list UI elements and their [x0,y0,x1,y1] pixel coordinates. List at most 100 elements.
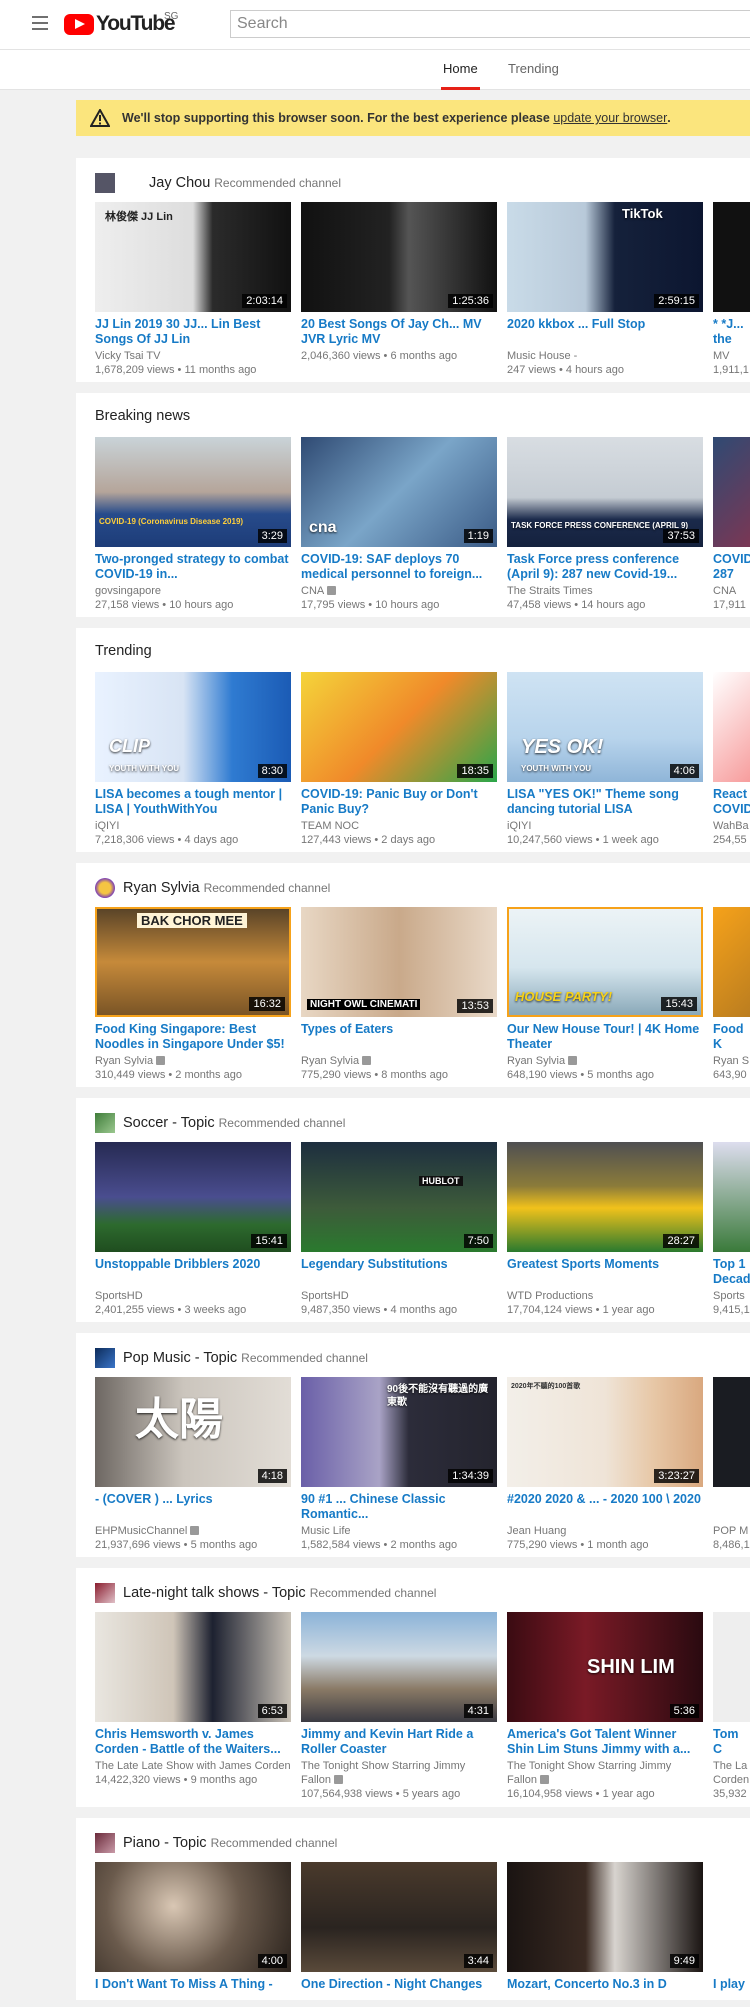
video-card[interactable]: BAK CHOR MEE 16:32 Food King Singapore: … [95,907,291,1082]
video-thumbnail[interactable]: BAK CHOR MEE 16:32 [95,907,291,1017]
channel-name[interactable]: govsingapore [95,584,291,598]
video-title[interactable]: Our New House Tour! | 4K Home Theater [507,1022,703,1052]
update-browser-link[interactable]: update your browser [553,111,667,125]
video-title[interactable]: Top 1 Decad [713,1257,750,1287]
video-title[interactable]: Legendary Substitutions [301,1257,497,1287]
channel-avatar[interactable] [95,878,115,898]
channel-name[interactable]: The Tonight Show Starring Jimmy Fallon [301,1759,497,1787]
video-card[interactable]: NIGHT OWL CINEMATI 13:53 Types of Eaters… [301,907,497,1082]
video-title[interactable]: COVID 287 n... [713,552,750,582]
channel-name-verified[interactable]: EHPMusicChannel [95,1524,291,1538]
channel-name[interactable]: CNA [301,585,324,597]
video-title[interactable]: COVID-19: SAF deploys 70 medical personn… [301,552,497,582]
video-card[interactable]: I play [713,1862,750,2007]
video-card[interactable]: TASK FORCE PRESS CONFERENCE (APRIL 9) 37… [507,437,703,612]
video-thumbnail[interactable]: 15:41 [95,1142,291,1252]
video-title[interactable]: LISA "YES OK!" Theme song dancing tutori… [507,787,703,817]
channel-name[interactable]: SportsHD [95,1289,291,1303]
video-title[interactable]: Two-pronged strategy to combat COVID-19 … [95,552,291,582]
video-card[interactable]: 2020年不聽的100首歌 3:23:27 #2020 2020 & ... -… [507,1377,703,1552]
video-thumbnail[interactable] [713,907,750,1017]
shelf-title[interactable]: Ryan Sylvia [123,880,200,896]
video-thumbnail[interactable]: 90後不能沒有聽過的廣東歌 1:34:39 [301,1377,497,1487]
video-card[interactable]: CLIP YOUTH WITH YOU 8:30 LISA becomes a … [95,672,291,847]
video-thumbnail[interactable]: HUBLOT 7:50 [301,1142,497,1252]
video-thumbnail[interactable]: 林俊傑 JJ Lin 2:03:14 [95,202,291,312]
video-card[interactable]: * *J... the M... MV 1,911,1 [713,202,750,377]
video-card[interactable]: Tom C Corden The La Corden 35,932 [713,1612,750,1801]
video-thumbnail[interactable]: 6:53 [95,1612,291,1722]
channel-name[interactable]: MV [713,349,750,363]
channel-name[interactable]: Ryan Sylvia [95,1055,153,1067]
channel-name-text[interactable]: The Tonight Show Starring Jimmy Fallon [507,1760,671,1786]
shelf-title[interactable]: Pop Music - Topic [123,1350,237,1366]
video-title[interactable] [713,1492,750,1522]
channel-name[interactable]: Ryan S [713,1054,750,1068]
youtube-logo[interactable]: YouTube SG [64,11,178,36]
video-thumbnail[interactable] [713,672,750,782]
video-thumbnail[interactable]: 9:49 [507,1862,703,1972]
video-title[interactable]: One Direction - Night Changes [301,1977,497,2007]
video-thumbnail[interactable] [713,1377,750,1487]
video-thumbnail[interactable]: cna 1:19 [301,437,497,547]
channel-name-verified[interactable]: CNA [301,584,497,598]
video-thumbnail[interactable]: NIGHT OWL CINEMATI 13:53 [301,907,497,1017]
video-card[interactable]: 15:41 Unstoppable Dribblers 2020 SportsH… [95,1142,291,1317]
video-thumbnail[interactable]: 4:00 [95,1862,291,1972]
video-thumbnail[interactable]: HOUSE PARTY! 15:43 [507,907,703,1017]
menu-icon[interactable] [32,16,48,30]
video-thumbnail[interactable]: TikTok 2:59:15 [507,202,703,312]
channel-name[interactable]: TEAM NOC [301,819,497,833]
video-title[interactable]: Unstoppable Dribblers 2020 [95,1257,291,1287]
video-card[interactable]: 18:35 COVID-19: Panic Buy or Don't Panic… [301,672,497,847]
channel-name[interactable]: WahBa [713,819,750,833]
channel-name[interactable]: The Tonight Show Starring Jimmy Fallon [507,1759,703,1787]
video-thumbnail[interactable]: 1:25:36 [301,202,497,312]
channel-name[interactable]: Vicky Tsai TV [95,349,291,363]
channel-name[interactable]: Sports [713,1289,750,1303]
channel-avatar[interactable] [95,1833,115,1853]
video-card[interactable]: 3:44 One Direction - Night Changes [301,1862,497,2007]
video-thumbnail[interactable]: TASK FORCE PRESS CONFERENCE (APRIL 9) 37… [507,437,703,547]
video-title[interactable]: Types of Eaters [301,1022,497,1052]
video-title[interactable]: I Don't Want To Miss A Thing - [95,1977,291,2007]
channel-name[interactable]: iQIYI [507,819,703,833]
video-card[interactable]: TikTok 2:59:15 2020 kkbox ... Full Stop … [507,202,703,377]
video-thumbnail[interactable] [713,437,750,547]
video-title[interactable]: COVID-19: Panic Buy or Don't Panic Buy? [301,787,497,817]
video-title[interactable]: Mozart, Concerto No.3 in D [507,1977,703,2007]
video-title[interactable]: 2020 kkbox ... Full Stop [507,317,703,347]
channel-name-verified[interactable]: Ryan Sylvia [507,1054,703,1068]
video-title[interactable]: 20 Best Songs Of Jay Ch... MV JVR Lyric … [301,317,497,347]
video-title[interactable]: Food K $22.8 [713,1022,750,1052]
video-title[interactable]: America's Got Talent Winner Shin Lim Stu… [507,1727,703,1757]
video-thumbnail[interactable] [713,1862,750,1972]
video-thumbnail[interactable]: 3:44 [301,1862,497,1972]
channel-avatar[interactable] [95,1348,115,1368]
channel-name[interactable]: The Late Late Show with James Corden [95,1759,291,1773]
video-thumbnail[interactable]: 太陽 4:18 [95,1377,291,1487]
video-title[interactable]: 90 #1 ... Chinese Classic Romantic... [301,1492,497,1522]
shelf-title[interactable]: Soccer - Topic [123,1115,215,1131]
video-thumbnail[interactable]: 2020年不聽的100首歌 3:23:27 [507,1377,703,1487]
tab-trending[interactable]: Trending [508,61,559,76]
search-input[interactable]: Search [230,10,750,38]
video-card[interactable]: 4:31 Jimmy and Kevin Hart Ride a Roller … [301,1612,497,1801]
video-card[interactable]: 28:27 Greatest Sports Moments WTD Produc… [507,1142,703,1317]
channel-name-text[interactable]: The Tonight Show Starring Jimmy Fallon [301,1760,465,1786]
channel-avatar[interactable] [95,1113,115,1133]
video-title[interactable]: Chris Hemsworth v. James Corden - Battle… [95,1727,291,1757]
channel-name[interactable]: Ryan Sylvia [301,1055,359,1067]
video-thumbnail[interactable]: YES OK! YOUTH WITH YOU 4:06 [507,672,703,782]
video-card[interactable]: React COVID WahBa 254,55 [713,672,750,847]
video-card[interactable]: Top 1 Decad Sports 9,415,1 [713,1142,750,1317]
shelf-title[interactable]: Breaking news [95,408,190,424]
shelf-title[interactable]: Trending [95,643,152,659]
video-title[interactable]: Task Force press conference (April 9): 2… [507,552,703,582]
channel-name[interactable]: WTD Productions [507,1289,703,1303]
video-thumbnail[interactable]: COVID-19 (Coronavirus Disease 2019) 3:29 [95,437,291,547]
tab-home[interactable]: Home [441,61,480,90]
channel-name[interactable]: POP M [713,1524,750,1538]
video-title[interactable]: I play [713,1977,750,2007]
video-card[interactable]: 90後不能沒有聽過的廣東歌 1:34:39 90 #1 ... Chinese … [301,1377,497,1552]
